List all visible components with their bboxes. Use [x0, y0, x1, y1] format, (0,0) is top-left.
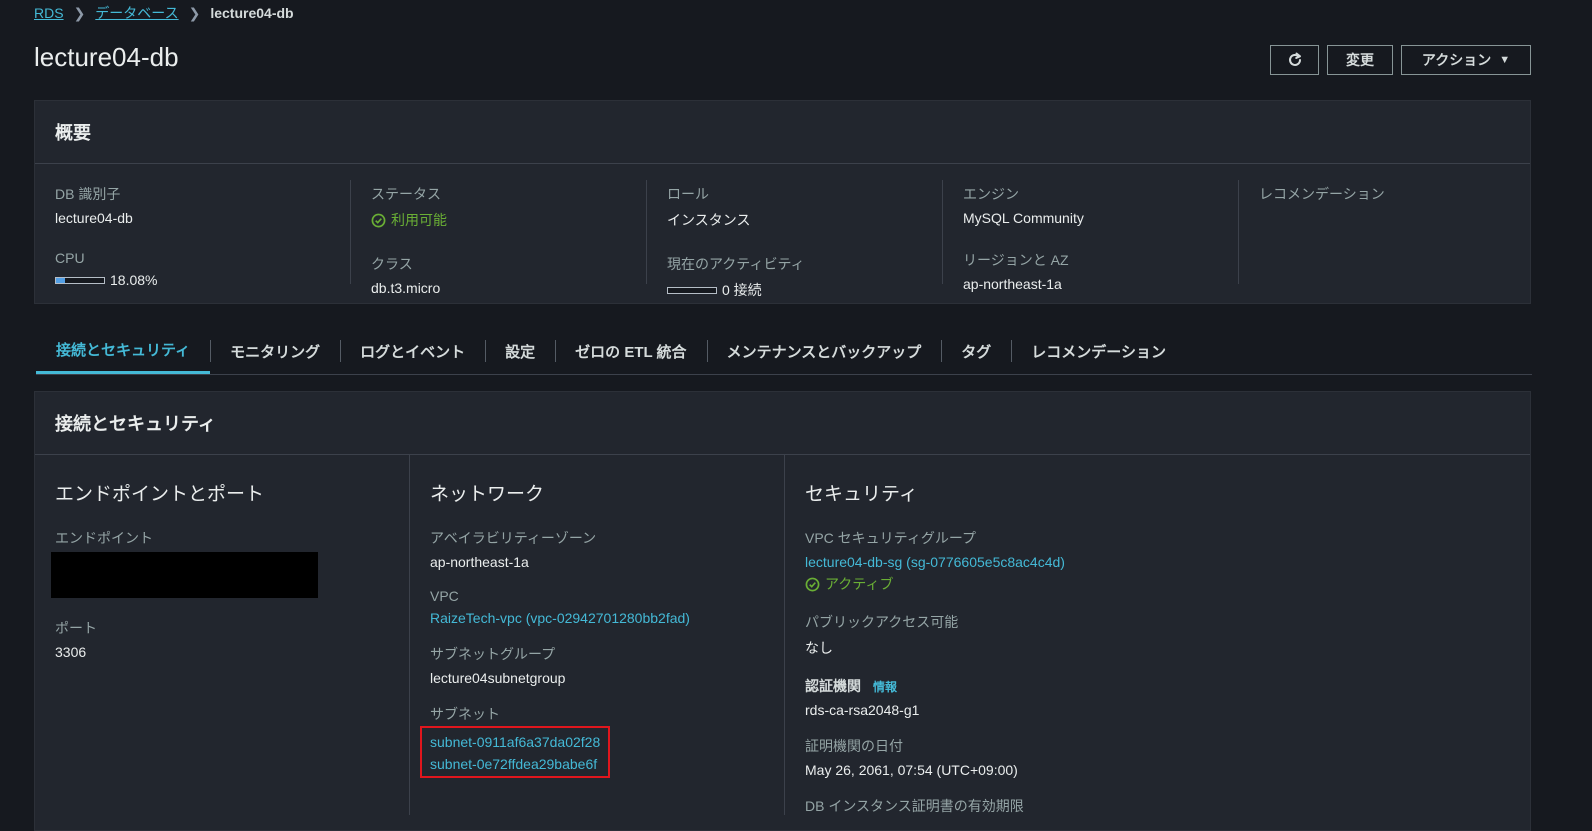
activity-meter: 0 接続 — [667, 280, 942, 300]
db-identifier-value: lecture04-db — [55, 210, 133, 226]
breadcrumb-databases-link[interactable]: データベース — [95, 3, 178, 23]
summary-col-identifier: DB 識別子 lecture04-db CPU 18.08% — [35, 180, 351, 288]
security-heading: セキュリティ — [805, 484, 918, 505]
ca-date-value: May 26, 2061, 07:54 (UTC+09:00) — [805, 762, 1018, 778]
modify-button[interactable]: 変更 — [1327, 45, 1393, 75]
activity-value: 0 接続 — [722, 282, 762, 298]
security-group-status-text: アクティブ — [825, 576, 894, 592]
public-access-label: パブリックアクセス可能 — [805, 614, 959, 630]
region-label: リージョンと AZ — [963, 252, 1069, 268]
chevron-right-icon: ❯ — [73, 4, 86, 21]
subnet-group-value: lecture04subnetgroup — [430, 670, 566, 686]
actions-dropdown-button[interactable]: アクション ▼ — [1401, 45, 1531, 75]
refresh-button[interactable] — [1270, 45, 1319, 75]
class-label: クラス — [371, 256, 413, 272]
ca-info-link[interactable]: 情報 — [873, 678, 897, 695]
subnets-highlight-box: subnet-0911af6a37da02f28 subnet-0e72ffde… — [420, 726, 611, 778]
detail-tabs: 接続とセキュリティ モニタリング ログとイベント 設定 ゼロの ETL 統合 メ… — [36, 328, 1532, 375]
engine-label: エンジン — [963, 186, 1019, 202]
role-label: ロール — [667, 186, 709, 202]
check-circle-icon — [371, 213, 386, 227]
summary-title: 概要 — [35, 101, 1530, 164]
subnet-link[interactable]: subnet-0e72ffdea29babe6f — [430, 756, 600, 772]
vpc-label: VPC — [430, 588, 459, 604]
region-value: ap-northeast-1a — [963, 276, 1062, 292]
az-label: アベイラビリティーゾーン — [430, 530, 597, 546]
summary-col-engine: エンジン MySQL Community リージョンと AZ ap-northe… — [943, 180, 1239, 292]
ca-date-label: 証明機関の日付 — [805, 738, 903, 754]
tab-maintenance-backup[interactable]: メンテナンスとバックアップ — [706, 328, 942, 374]
az-value: ap-northeast-1a — [430, 554, 529, 570]
status-value: 利用可能 — [371, 210, 646, 230]
tab-monitoring[interactable]: モニタリング — [210, 328, 340, 374]
endpoint-port-section: エンドポイントとポート エンドポイント ポート 3306 — [35, 455, 410, 815]
cpu-meter: 18.08% — [55, 272, 350, 288]
port-label: ポート — [55, 620, 97, 636]
chevron-right-icon: ❯ — [188, 4, 201, 21]
activity-label: 現在のアクティビティ — [667, 256, 805, 272]
breadcrumb-current: lecture04-db — [210, 5, 294, 21]
tab-connectivity-security[interactable]: 接続とセキュリティ — [36, 328, 211, 374]
subnets-label: サブネット — [430, 706, 500, 722]
endpoint-redacted-block — [51, 552, 318, 598]
network-section: ネットワーク アベイラビリティーゾーン ap-northeast-1a VPC … — [410, 455, 785, 815]
breadcrumb: RDS ❯ データベース ❯ lecture04-db — [34, 3, 294, 23]
summary-panel: 概要 DB 識別子 lecture04-db CPU 18.08% ステータス … — [34, 100, 1531, 304]
vpc-link[interactable]: RaizeTech-vpc (vpc-02942701280bb2fad) — [430, 610, 764, 626]
cpu-bar-fill — [56, 277, 65, 283]
security-section: セキュリティ VPC セキュリティグループ lecture04-db-sg (s… — [785, 455, 1530, 815]
summary-col-role: ロール インスタンス 現在のアクティビティ 0 接続 — [647, 180, 943, 298]
tab-logs-events[interactable]: ログとイベント — [340, 328, 485, 374]
cpu-value: 18.08% — [110, 272, 158, 288]
connectivity-security-title: 接続とセキュリティ — [35, 392, 1530, 455]
security-group-link[interactable]: lecture04-db-sg (sg-0776605e5c8ac4c4d) — [805, 554, 1510, 570]
endpoint-label: エンドポイント — [55, 530, 153, 546]
security-group-label: VPC セキュリティグループ — [805, 530, 976, 546]
summary-col-recommendation: レコメンデーション — [1239, 180, 1529, 284]
tab-tags[interactable]: タグ — [941, 328, 1011, 374]
ca-value: rds-ca-rsa2048-g1 — [805, 702, 920, 718]
cert-expiry-label: DB インスタンス証明書の有効期限 — [805, 798, 1024, 814]
class-value: db.t3.micro — [371, 280, 441, 296]
role-value: インスタンス — [667, 212, 751, 228]
ca-label: 認証機関 — [805, 678, 861, 694]
endpoint-port-heading: エンドポイントとポート — [55, 484, 265, 505]
public-access-value: なし — [805, 640, 833, 656]
subnet-link[interactable]: subnet-0911af6a37da02f28 — [430, 734, 600, 750]
ca-label-row: 認証機関 情報 — [805, 676, 1510, 696]
network-heading: ネットワーク — [430, 484, 545, 505]
cpu-bar — [55, 276, 105, 284]
refresh-icon — [1288, 52, 1301, 66]
db-identifier-label: DB 識別子 — [55, 186, 121, 202]
activity-bar — [667, 286, 717, 294]
cpu-label: CPU — [55, 250, 85, 266]
actions-label: アクション — [1421, 52, 1492, 68]
tab-recommendations[interactable]: レコメンデーション — [1011, 328, 1186, 374]
security-group-status: アクティブ — [805, 574, 1510, 594]
tab-zero-etl[interactable]: ゼロの ETL 統合 — [555, 328, 706, 374]
engine-value: MySQL Community — [963, 210, 1084, 226]
caret-down-icon: ▼ — [1499, 54, 1511, 66]
check-circle-icon — [805, 577, 820, 591]
summary-col-status: ステータス 利用可能 クラス db.t3.micro — [351, 180, 647, 296]
header-actions: 変更 アクション ▼ — [1270, 45, 1531, 75]
connectivity-security-panel: 接続とセキュリティ エンドポイントとポート エンドポイント ポート 3306 ネ… — [34, 391, 1531, 831]
page-title: lecture04-db — [34, 42, 179, 72]
status-label: ステータス — [371, 186, 441, 202]
breadcrumb-rds-link[interactable]: RDS — [34, 5, 64, 21]
subnet-group-label: サブネットグループ — [430, 646, 556, 662]
recommendation-label: レコメンデーション — [1259, 186, 1385, 202]
status-text: 利用可能 — [391, 212, 447, 228]
port-value: 3306 — [55, 644, 87, 660]
tab-configuration[interactable]: 設定 — [485, 328, 555, 374]
